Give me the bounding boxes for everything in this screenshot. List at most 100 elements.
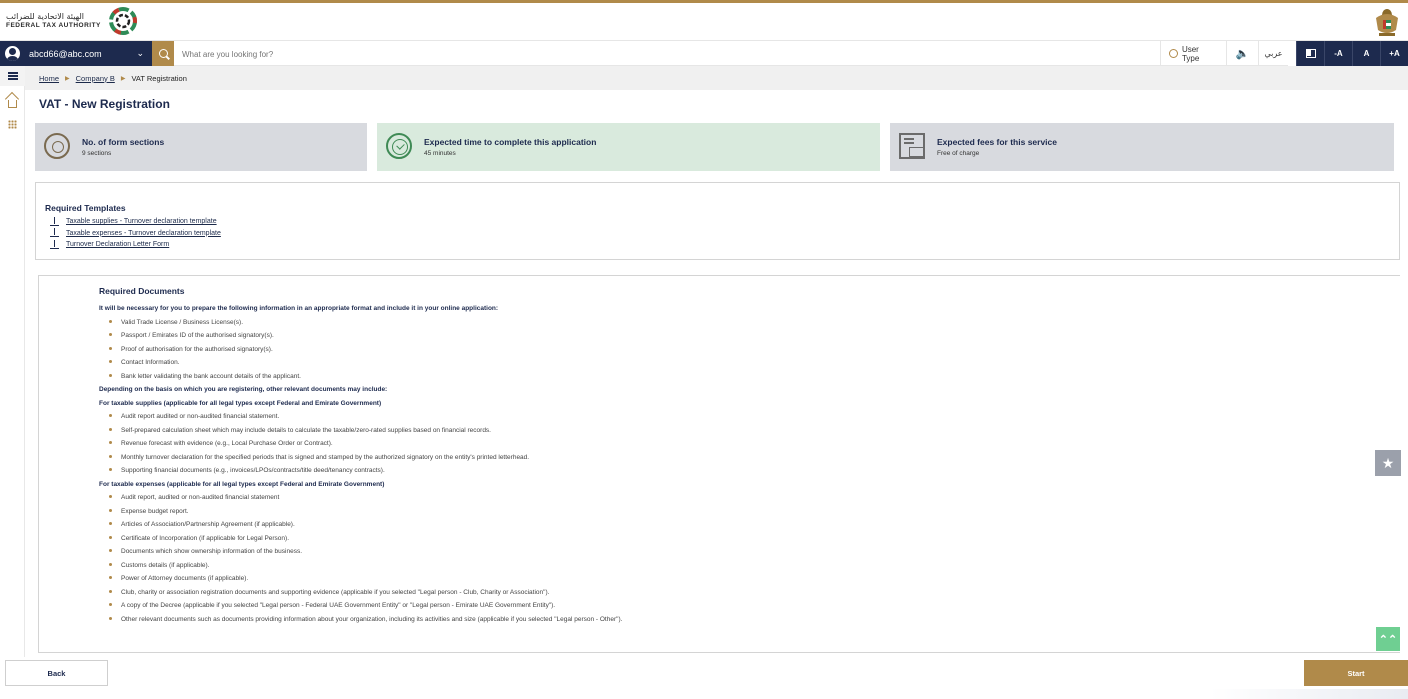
download-icon	[50, 216, 60, 227]
user-type-button[interactable]: User Type	[1160, 41, 1226, 66]
text-to-speech-button[interactable]: 🔈	[1226, 41, 1258, 66]
list-item: Power of Attorney documents (if applicab…	[99, 572, 1299, 586]
language-switch-button[interactable]: عربي	[1258, 41, 1288, 66]
list-item: Bank letter validating the bank account …	[99, 370, 1299, 384]
logo-english-text: FEDERAL TAX AUTHORITY	[6, 22, 101, 29]
toolbar-actions: User Type 🔈 عربي -A A +A	[1160, 41, 1408, 66]
template-link-text[interactable]: Turnover Declaration Letter Form	[66, 241, 169, 248]
fta-logo-icon[interactable]	[108, 5, 138, 37]
grid-apps-icon	[8, 119, 17, 129]
start-button[interactable]: Start	[1304, 660, 1408, 686]
scroll-to-top-button[interactable]: ⌃⌃	[1376, 627, 1400, 651]
list-item: Passport / Emirates ID of the authorised…	[99, 329, 1299, 343]
hamburger-menu-icon	[7, 72, 18, 80]
speaker-icon: 🔈	[1235, 48, 1250, 60]
apps-nav-button[interactable]	[0, 114, 25, 134]
list-item: Self-prepared calculation sheet which ma…	[99, 424, 1299, 438]
user-account-dropdown[interactable]: abcd66@abc.com ⌄	[0, 41, 152, 66]
site-header: الهيئة الاتحادية للضرائب FEDERAL TAX AUT…	[0, 3, 1408, 40]
list-item: Revenue forecast with evidence (e.g., Lo…	[99, 437, 1299, 451]
home-nav-button[interactable]	[0, 92, 25, 112]
required-templates-panel: Required Templates Taxable supplies - Tu…	[35, 182, 1400, 260]
uae-emblem-icon	[1376, 9, 1398, 36]
template-link-text[interactable]: Taxable supplies - Turnover declaration …	[66, 218, 217, 225]
user-email: abcd66@abc.com	[29, 48, 102, 59]
star-icon: ★	[1381, 454, 1395, 471]
contrast-toggle-button[interactable]	[1296, 41, 1324, 66]
list-item: Certificate of Incorporation (if applica…	[99, 532, 1299, 546]
card-title: Expected fees for this service	[937, 137, 1058, 147]
breadcrumb: Home ▶ Company B ▶ VAT Registration	[25, 66, 1408, 90]
footer-actions: Back Start	[0, 657, 1408, 699]
card-title: No. of form sections	[82, 137, 165, 147]
search-icon	[158, 49, 168, 58]
download-icon	[50, 228, 60, 238]
breadcrumb-current: VAT Registration	[131, 73, 187, 83]
basis-intro: Depending on the basis on which you are …	[99, 386, 388, 393]
template-download-link[interactable]: Taxable supplies - Turnover declaration …	[50, 216, 221, 228]
card-value: 9 sections	[82, 150, 112, 157]
home-icon	[8, 99, 17, 108]
template-link-text[interactable]: Taxable expenses - Turnover declaration …	[66, 230, 221, 237]
font-increase-button[interactable]: +A	[1380, 41, 1408, 66]
left-rail	[0, 66, 25, 699]
list-item: Contact Information.	[99, 356, 1299, 370]
back-button[interactable]: Back	[5, 660, 108, 686]
documents-content: Required Documents It will be necessary …	[99, 286, 1299, 626]
fta-logo-text[interactable]: الهيئة الاتحادية للضرائب FEDERAL TAX AUT…	[6, 12, 106, 30]
search-button[interactable]	[152, 41, 174, 66]
card-value: 45 minutes	[424, 150, 456, 157]
user-type-label: User Type	[1181, 44, 1200, 63]
user-avatar-icon	[5, 46, 20, 61]
list-item: Audit report audited or non-audited fina…	[99, 410, 1299, 424]
gear-icon	[44, 133, 72, 161]
card-value: Free of charge	[937, 150, 980, 157]
list-item: A copy of the Decree (applicable if you …	[99, 599, 1299, 613]
list-item: Other relevant documents such as documen…	[99, 613, 1299, 627]
contrast-icon	[1305, 49, 1316, 58]
breadcrumb-company-link[interactable]: Company B	[76, 74, 115, 83]
list-item: Audit report, audited or non-audited fin…	[99, 491, 1299, 505]
card-title: Expected time to complete this applicati…	[424, 137, 597, 147]
language-label: عربي	[1264, 49, 1283, 58]
download-icon	[50, 239, 60, 250]
info-card-fees: Expected fees for this service Free of c…	[890, 123, 1394, 171]
list-item: Expense budget report.	[99, 505, 1299, 519]
toolbar-spacer	[1288, 41, 1296, 66]
required-documents-panel[interactable]: Required Documents It will be necessary …	[38, 275, 1400, 653]
font-decrease-button[interactable]: -A	[1324, 41, 1352, 66]
list-item: Supporting financial documents (e.g., in…	[99, 464, 1299, 478]
info-card-sections: No. of form sections 9 sections	[35, 123, 367, 171]
menu-button[interactable]	[0, 66, 25, 86]
page-title: VAT - New Registration	[39, 97, 170, 111]
footer-shade	[1210, 689, 1408, 699]
logo-arabic-text: الهيئة الاتحادية للضرائب	[6, 12, 84, 21]
gear-icon	[1169, 49, 1178, 58]
info-card-time: Expected time to complete this applicati…	[377, 123, 880, 171]
list-item: Proof of authorisation for the authorise…	[99, 343, 1299, 357]
clock-check-icon	[386, 133, 414, 161]
breadcrumb-separator-icon: ▶	[120, 75, 126, 82]
top-toolbar: abcd66@abc.com ⌄ User Type 🔈 عربي -A A +…	[0, 40, 1408, 66]
list-item: Valid Trade License / Business License(s…	[99, 316, 1299, 330]
invoice-money-icon	[899, 133, 927, 161]
list-item: Monthly turnover declaration for the spe…	[99, 451, 1299, 465]
documents-intro: It will be necessary for you to prepare …	[99, 305, 499, 312]
list-item: Club, charity or association registratio…	[99, 586, 1299, 600]
supplies-heading: For taxable supplies (applicable for all…	[99, 399, 382, 407]
breadcrumb-home-link[interactable]: Home	[39, 74, 59, 83]
list-item: Customs details (if applicable).	[99, 559, 1299, 573]
font-normal-button[interactable]: A	[1352, 41, 1380, 66]
list-item: Documents which show ownership informati…	[99, 545, 1299, 559]
expenses-heading: For taxable expenses (applicable for all…	[99, 480, 385, 488]
templates-list: Taxable supplies - Turnover declaration …	[50, 216, 221, 251]
template-download-link[interactable]: Turnover Declaration Letter Form	[50, 239, 221, 251]
chevron-down-icon: ⌄	[136, 48, 144, 58]
documents-heading: Required Documents	[99, 286, 185, 296]
list-item: Articles of Association/Partnership Agre…	[99, 518, 1299, 532]
breadcrumb-separator-icon: ▶	[65, 75, 70, 82]
favorite-button[interactable]: ★	[1375, 450, 1401, 476]
search-input[interactable]	[182, 46, 682, 62]
template-download-link[interactable]: Taxable expenses - Turnover declaration …	[50, 228, 221, 240]
templates-heading: Required Templates	[45, 203, 126, 213]
